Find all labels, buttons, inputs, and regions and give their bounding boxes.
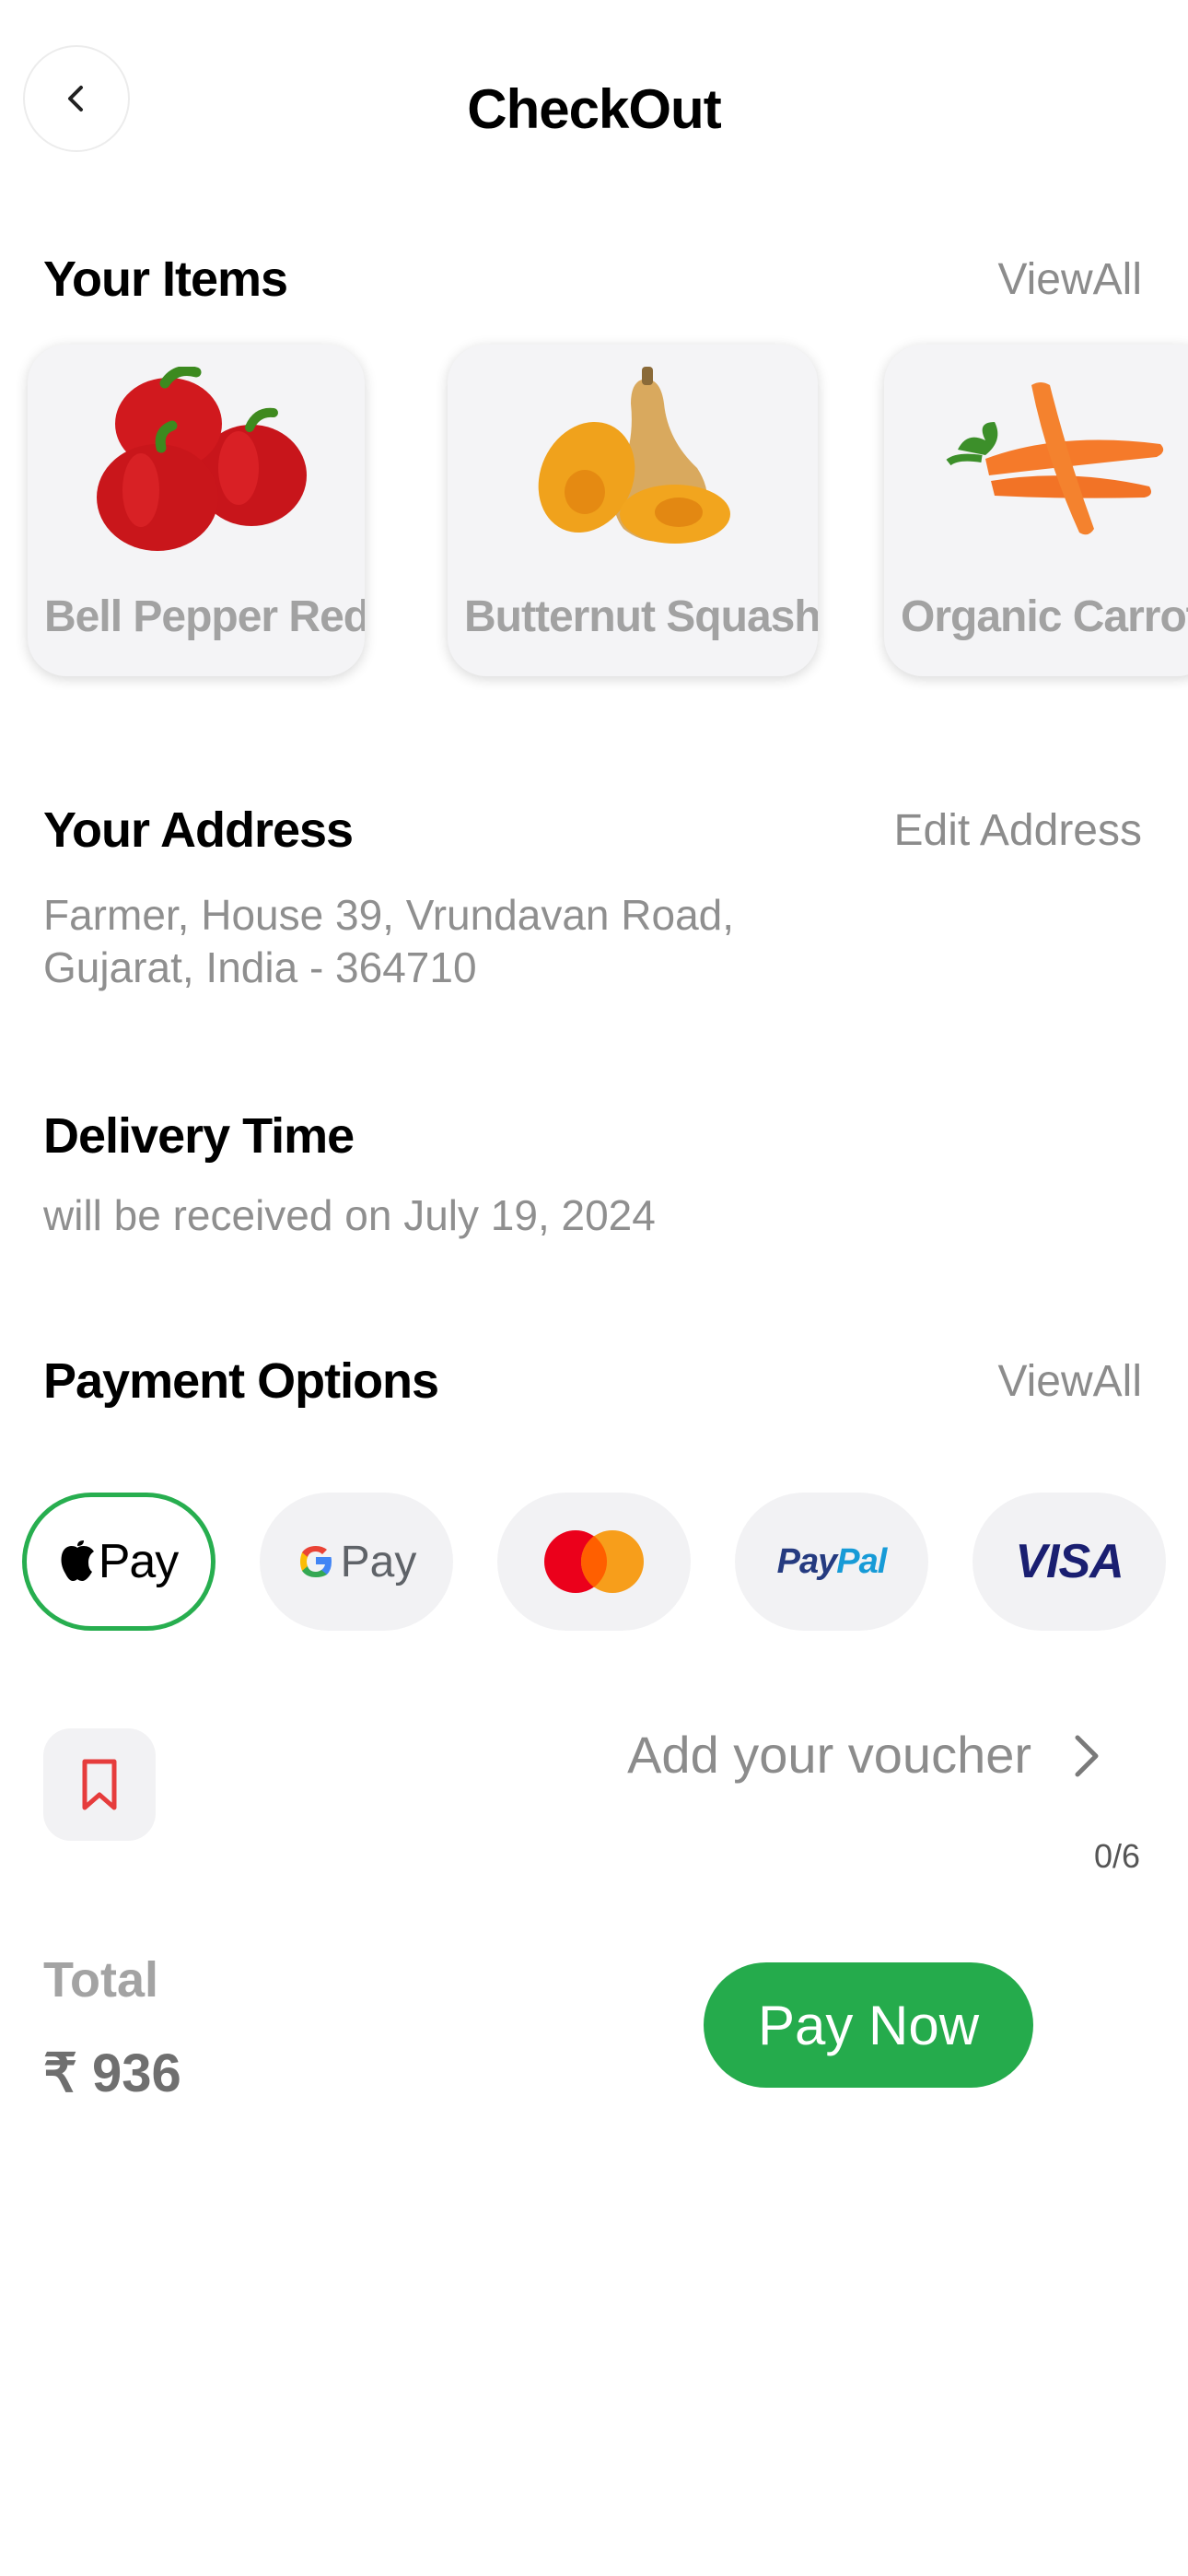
organic-carrot-image <box>884 367 1188 551</box>
total-label: Total <box>43 1952 158 2008</box>
apple-pay-label: Pay <box>98 1535 180 1588</box>
voucher-button[interactable] <box>43 1728 156 1841</box>
add-voucher-link[interactable]: Add your voucher <box>553 1725 1031 1785</box>
voucher-counter: 0/6 <box>1093 1837 1140 1875</box>
google-pay-option[interactable]: Pay <box>260 1493 453 1631</box>
item-card[interactable]: Organic Carrot <box>884 345 1188 676</box>
butternut-squash-image <box>448 367 818 551</box>
item-card[interactable]: Bell Pepper Red <box>28 345 365 676</box>
address-line-1: Farmer, House 39, Vrundavan Road, <box>43 891 735 939</box>
item-card[interactable]: Butternut Squash <box>448 345 818 676</box>
total-value: ₹ 936 <box>43 2043 181 2103</box>
visa-option[interactable]: VISA <box>973 1493 1166 1631</box>
item-name: Butternut Squash <box>464 592 818 641</box>
delivery-section-title: Delivery Time <box>43 1108 355 1164</box>
delivery-date-text: will be received on July 19, 2024 <box>43 1191 656 1239</box>
visa-logo-icon: VISA <box>1015 1535 1124 1588</box>
bookmark-icon <box>82 1759 117 1810</box>
apple-pay-option[interactable]: Pay <box>22 1493 215 1631</box>
item-name: Organic Carrot <box>901 592 1188 641</box>
bell-pepper-red-image <box>28 367 365 551</box>
address-section-title: Your Address <box>43 802 354 858</box>
apple-logo-icon <box>61 1540 94 1581</box>
address-line-2: Gujarat, India - 364710 <box>43 943 477 991</box>
paypal-logo-icon: PayPal <box>776 1541 888 1581</box>
edit-address-link[interactable]: Edit Address <box>894 805 1142 856</box>
google-pay-label: Pay <box>340 1537 417 1587</box>
payment-view-all-link[interactable]: ViewAll <box>997 1356 1142 1407</box>
chevron-right-icon[interactable] <box>1068 1730 1105 1786</box>
mastercard-option[interactable] <box>497 1493 691 1631</box>
items-carousel[interactable]: Bell Pepper Red Butternut Squash Organic… <box>0 335 1188 690</box>
paypal-option[interactable]: PayPal <box>735 1493 928 1631</box>
items-section-title: Your Items <box>43 252 288 307</box>
items-view-all-link[interactable]: ViewAll <box>997 254 1142 305</box>
payment-section-title: Payment Options <box>43 1353 439 1409</box>
pay-now-button[interactable]: Pay Now <box>704 1962 1033 2088</box>
google-g-icon <box>299 1546 332 1577</box>
mastercard-logo-icon <box>544 1530 644 1593</box>
item-name: Bell Pepper Red <box>44 592 365 641</box>
page-title: CheckOut <box>467 78 721 140</box>
